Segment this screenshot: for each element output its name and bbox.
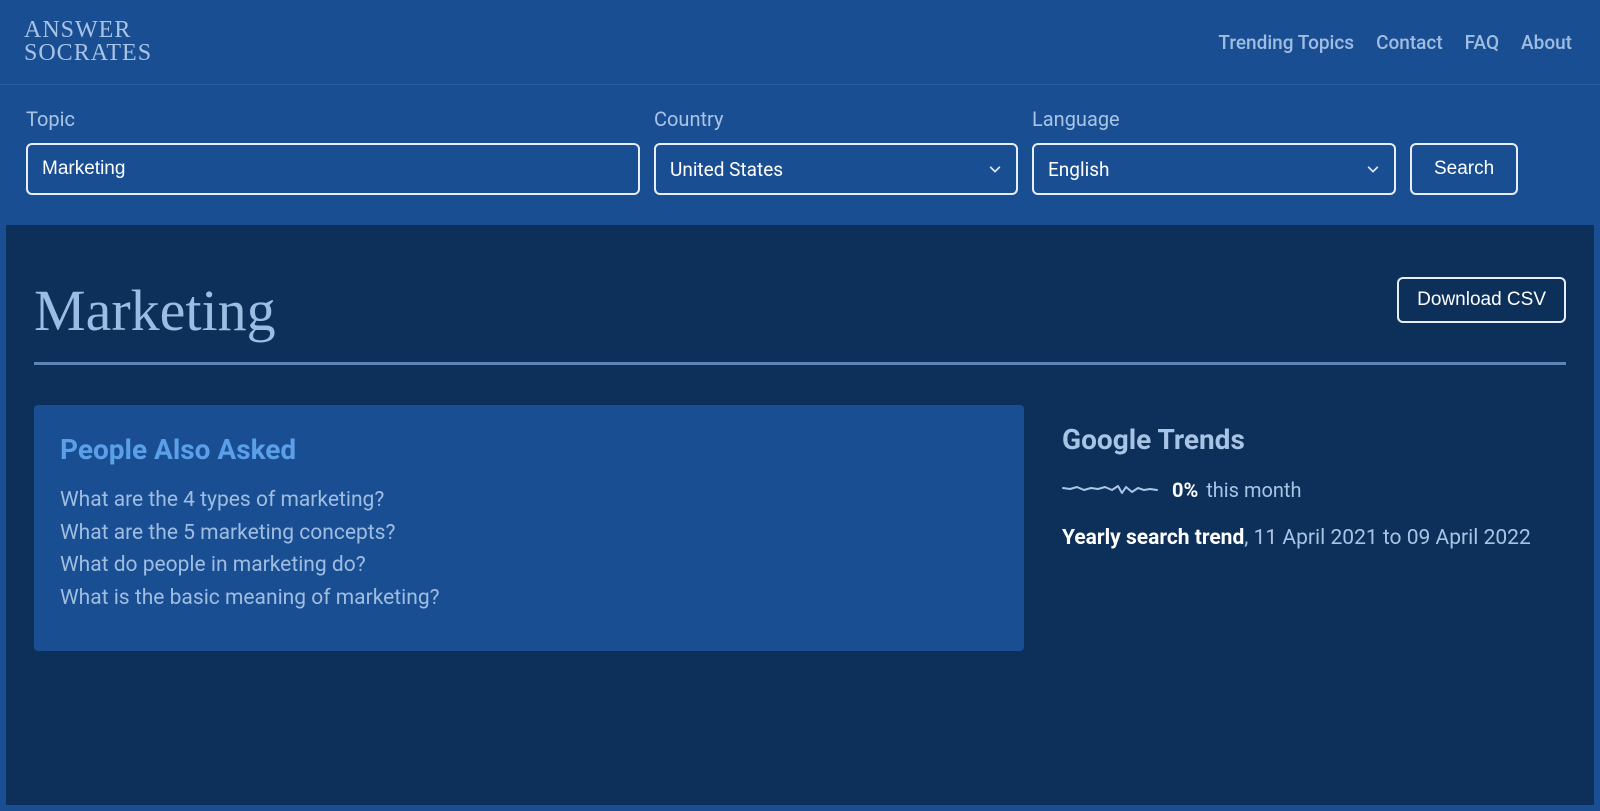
trend-description: Yearly search trend, 11 April 2021 to 09… — [1062, 524, 1566, 552]
header: ANSWER SOCRATES Trending Topics Contact … — [0, 0, 1600, 85]
people-also-asked-panel: People Also Asked What are the 4 types o… — [34, 405, 1024, 650]
paa-heading: People Also Asked — [60, 433, 998, 466]
language-field-group: Language English — [1032, 107, 1396, 195]
download-csv-button[interactable]: Download CSV — [1397, 277, 1566, 323]
content-columns: People Also Asked What are the 4 types o… — [34, 405, 1566, 650]
logo[interactable]: ANSWER SOCRATES — [24, 18, 152, 66]
country-label: Country — [654, 107, 1018, 131]
logo-line2: SOCRATES — [24, 41, 152, 66]
nav-faq[interactable]: FAQ — [1465, 31, 1499, 54]
paa-item[interactable]: What are the 5 marketing concepts? — [60, 517, 998, 550]
nav-contact[interactable]: Contact — [1376, 31, 1443, 54]
topic-input[interactable] — [26, 143, 640, 195]
trend-summary-row: 0% this month — [1062, 478, 1566, 502]
search-button[interactable]: Search — [1410, 143, 1518, 195]
nav-trending-topics[interactable]: Trending Topics — [1218, 31, 1354, 54]
trends-heading: Google Trends — [1062, 423, 1566, 456]
results-area: Marketing Download CSV People Also Asked… — [6, 225, 1594, 805]
country-value: United States — [670, 158, 783, 181]
paa-item[interactable]: What is the basic meaning of marketing? — [60, 582, 998, 615]
paa-item[interactable]: What are the 4 types of marketing? — [60, 484, 998, 517]
chevron-down-icon — [988, 162, 1002, 176]
sparkline-icon — [1062, 478, 1158, 502]
chevron-down-icon — [1366, 162, 1380, 176]
trend-percent: 0% — [1172, 478, 1198, 502]
nav-about[interactable]: About — [1521, 31, 1572, 54]
country-field-group: Country United States — [654, 107, 1018, 195]
search-bar: Topic Country United States Language Eng… — [0, 85, 1600, 225]
paa-item[interactable]: What do people in marketing do? — [60, 549, 998, 582]
trend-percent-label: this month — [1206, 478, 1301, 502]
trend-percent-text: 0% this month — [1172, 478, 1302, 502]
language-label: Language — [1032, 107, 1396, 131]
google-trends-panel: Google Trends 0% this month Yearly searc… — [1062, 405, 1566, 650]
trend-desc-bold: Yearly search trend — [1062, 526, 1244, 550]
language-select[interactable]: English — [1032, 143, 1396, 195]
trend-desc-rest: , 11 April 2021 to 09 April 2022 — [1244, 526, 1531, 550]
page-title: Marketing — [34, 277, 276, 344]
topic-label: Topic — [26, 107, 640, 131]
topic-field-group: Topic — [26, 107, 640, 195]
title-row: Marketing Download CSV — [34, 277, 1566, 365]
top-nav: Trending Topics Contact FAQ About — [1218, 31, 1572, 54]
paa-list: What are the 4 types of marketing? What … — [60, 484, 998, 614]
country-select[interactable]: United States — [654, 143, 1018, 195]
language-value: English — [1048, 158, 1109, 181]
